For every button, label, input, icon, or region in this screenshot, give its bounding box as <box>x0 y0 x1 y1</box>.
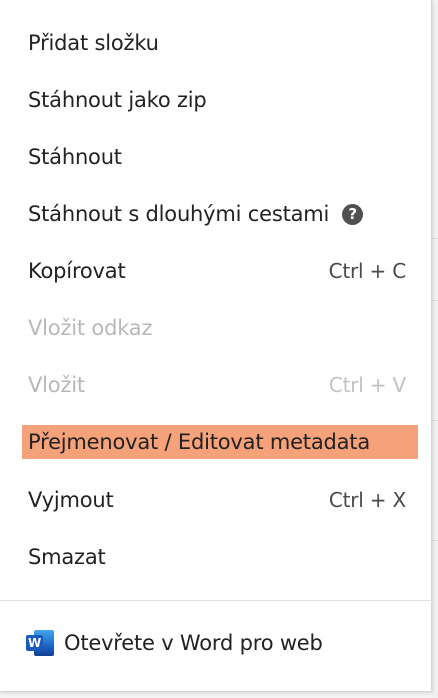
menu-item-label: Stáhnout s dlouhými cestami <box>28 202 330 226</box>
menu-item-cut[interactable]: Vyjmout Ctrl + X <box>22 483 418 517</box>
menu-item-label: Vložit <box>28 373 85 397</box>
menu-item-paste: Vložit Ctrl + V <box>22 368 418 402</box>
menu-item-rename-edit-metadata[interactable]: Přejmenovat / Editovat metadata <box>22 425 418 459</box>
menu-item-shortcut: Ctrl + X <box>328 488 406 512</box>
menu-item-label: Vyjmout <box>28 488 114 512</box>
menu-item-open-in-word-web[interactable]: W Otevřete v Word pro web <box>22 626 418 660</box>
menu-item-delete[interactable]: Smazat <box>22 540 418 574</box>
help-icon[interactable]: ? <box>342 203 364 225</box>
menu-item-label: Přidat složku <box>28 31 159 55</box>
menu-item-label: Kopírovat <box>28 259 126 283</box>
menu-item-shortcut: Ctrl + C <box>328 259 407 283</box>
menu-item-label-wrap: W Otevřete v Word pro web <box>26 629 323 657</box>
background-divider <box>432 300 438 301</box>
menu-item-label: Vložit odkaz <box>28 316 153 340</box>
menu-item-label: Stáhnout <box>28 145 122 169</box>
menu-item-download-long-paths[interactable]: Stáhnout s dlouhými cestami ? <box>22 197 418 231</box>
menu-item-label: Přejmenovat / Editovat metadata <box>28 430 371 454</box>
menu-item-download-zip[interactable]: Stáhnout jako zip <box>22 83 418 117</box>
menu-item-label: Otevřete v Word pro web <box>64 631 323 655</box>
context-menu: Přidat složku Stáhnout jako zip Stáhnout… <box>0 0 432 692</box>
menu-item-label: Stáhnout jako zip <box>28 88 207 112</box>
menu-item-download[interactable]: Stáhnout <box>22 140 418 174</box>
background-divider <box>432 540 438 541</box>
menu-item-add-folder[interactable]: Přidat složku <box>22 26 418 60</box>
menu-item-label-wrap: Stáhnout s dlouhými cestami ? <box>28 202 364 226</box>
menu-item-paste-link: Vložit odkaz <box>22 311 418 345</box>
word-badge: W <box>26 635 43 651</box>
word-icon: W <box>26 629 55 657</box>
menu-item-label: Smazat <box>28 545 106 569</box>
background-divider <box>432 238 438 239</box>
menu-item-copy[interactable]: Kopírovat Ctrl + C <box>22 254 418 288</box>
background-divider <box>432 420 438 421</box>
background-app-edge <box>432 0 438 698</box>
menu-separator <box>0 600 432 601</box>
screen: Přidat složku Stáhnout jako zip Stáhnout… <box>0 0 438 698</box>
menu-item-shortcut: Ctrl + V <box>328 373 406 397</box>
